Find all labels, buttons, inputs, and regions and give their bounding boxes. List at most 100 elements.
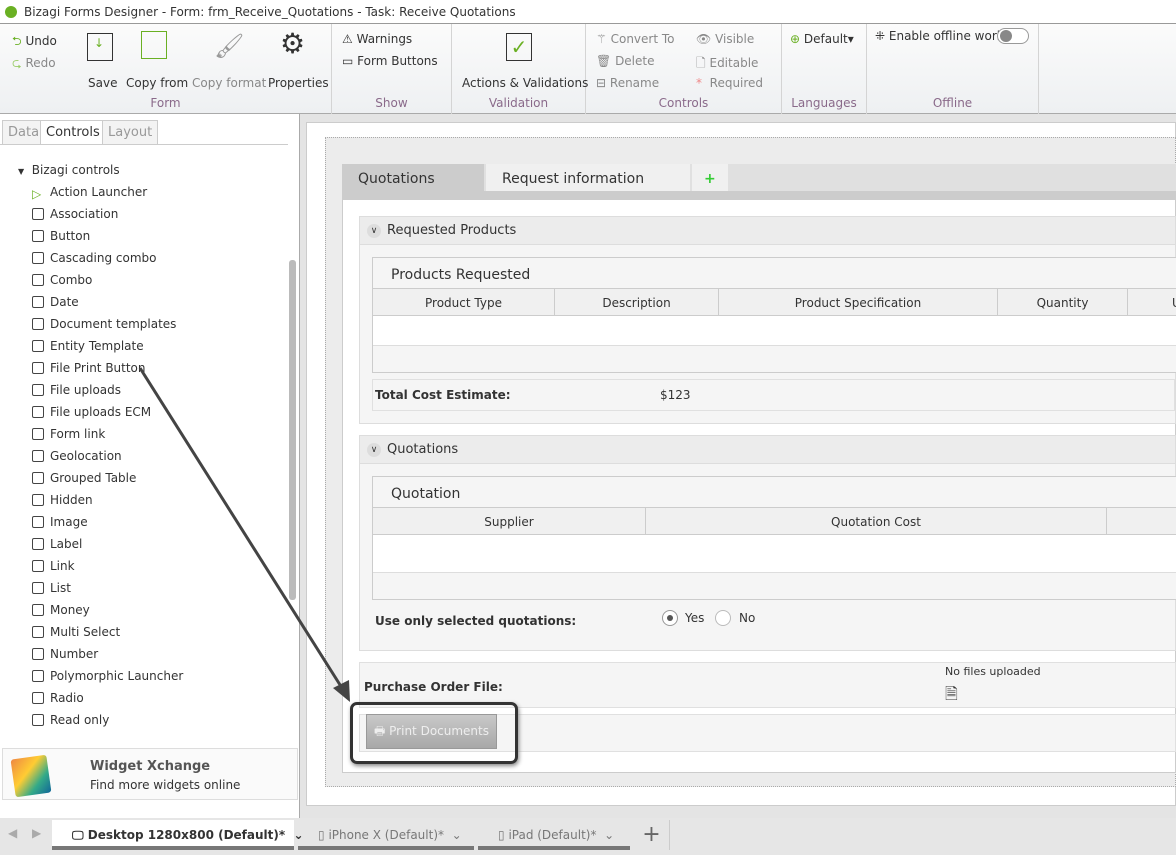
tab-desktop[interactable]: 🖵 Desktop 1280x800 (Default)* ⌄: [52, 820, 304, 850]
control-item[interactable]: File uploads: [32, 380, 121, 400]
redo-label: Redo: [25, 56, 56, 70]
tab-layout[interactable]: Layout: [102, 120, 159, 144]
form-buttons-button[interactable]: ▭ Form Buttons: [342, 54, 438, 68]
tab-request-information[interactable]: Request information: [486, 164, 690, 191]
control-item-label: Polymorphic Launcher: [50, 669, 184, 683]
convert-to-label: Convert To: [610, 32, 675, 46]
redo-button[interactable]: ⮎ Redo: [12, 54, 56, 75]
control-item[interactable]: Combo: [32, 270, 92, 290]
convert-to-button[interactable]: ⚚ Convert To: [596, 32, 675, 46]
collapse-icon: ▼: [18, 167, 25, 176]
tab-quotations[interactable]: Quotations: [342, 164, 484, 191]
group-label-offline: Offline: [932, 96, 973, 110]
control-item[interactable]: Link: [32, 556, 75, 576]
control-icon: [32, 318, 44, 330]
control-item[interactable]: Image: [32, 512, 88, 532]
control-item[interactable]: Grouped Table: [32, 468, 136, 488]
control-item[interactable]: Multi Select: [32, 622, 120, 642]
control-item[interactable]: Geolocation: [32, 446, 122, 466]
widget-xchange-banner[interactable]: Widget Xchange Find more widgets online: [2, 748, 298, 800]
control-icon: [32, 274, 44, 286]
control-item[interactable]: Label: [32, 534, 82, 554]
column-header[interactable]: Product Type: [373, 289, 555, 315]
offline-toggle[interactable]: [997, 28, 1029, 44]
properties-button[interactable]: Properties: [268, 76, 329, 90]
tab-controls[interactable]: Controls: [40, 120, 106, 144]
add-device-plus-icon[interactable]: +: [634, 820, 670, 850]
editable-label: Editable: [709, 56, 759, 70]
control-item[interactable]: Document templates: [32, 314, 176, 334]
control-item-label: Cascading combo: [50, 251, 157, 265]
copy-format-button[interactable]: Copy format: [192, 76, 266, 90]
tree-root-bizagi-controls[interactable]: ▼ Bizagi controls: [18, 160, 120, 180]
control-item[interactable]: Button: [32, 226, 90, 246]
language-dropdown[interactable]: ⊕ Default▾: [790, 32, 854, 46]
tab-iphone[interactable]: ▯ iPhone X (Default)* ⌄: [298, 820, 474, 850]
control-item[interactable]: Radio: [32, 688, 84, 708]
paintbrush-icon: 🖌: [214, 32, 245, 60]
control-item[interactable]: Form link: [32, 424, 105, 444]
control-item[interactable]: Cascading combo: [32, 248, 157, 268]
column-header[interactable]: Supplier: [373, 508, 646, 534]
editable-icon: 🗋: [696, 56, 706, 70]
tree-root-label: Bizagi controls: [31, 163, 120, 177]
tab-data[interactable]: Data: [2, 120, 46, 144]
control-icon: [32, 450, 44, 462]
control-item[interactable]: Number: [32, 644, 98, 664]
control-item[interactable]: File uploads ECM: [32, 402, 151, 422]
control-item[interactable]: Date: [32, 292, 79, 312]
add-tab-plus-icon[interactable]: +: [692, 164, 728, 191]
control-item[interactable]: Read only: [32, 710, 109, 730]
save-button[interactable]: Save: [88, 76, 117, 90]
scrollbar[interactable]: [289, 260, 296, 600]
group-title: Quotations: [387, 442, 459, 457]
quotation-grid: Quotation Supplier Quotation Cost: [372, 476, 1176, 600]
tab-ipad-label: iPad (Default): [508, 828, 591, 842]
actions-validations-button[interactable]: Actions & Validations: [462, 76, 588, 90]
control-icon: [32, 362, 44, 374]
control-icon: [32, 208, 44, 220]
group-header[interactable]: ∨ Requested Products: [360, 217, 1175, 245]
chevron-down-icon[interactable]: ⌄: [452, 828, 462, 842]
control-item[interactable]: List: [32, 578, 71, 598]
editable-button[interactable]: 🗋 Editable: [696, 54, 758, 75]
column-header[interactable]: Quotation Cost: [646, 508, 1107, 534]
chevron-down-icon[interactable]: ⌄: [604, 828, 614, 842]
control-item[interactable]: Entity Template: [32, 336, 144, 356]
scroll-right-icon[interactable]: ▶: [32, 826, 41, 840]
group-header[interactable]: ∨ Quotations: [360, 436, 1175, 464]
scroll-left-icon[interactable]: ◀: [8, 826, 17, 840]
column-header[interactable]: Description: [555, 289, 719, 315]
delete-button[interactable]: 🗑 Delete: [596, 54, 655, 68]
delete-label: Delete: [615, 54, 655, 68]
warnings-button[interactable]: ⚠ Warnings: [342, 32, 412, 46]
print-documents-label: Print Documents: [389, 724, 489, 738]
eye-icon: 👁: [696, 32, 712, 46]
print-documents-button[interactable]: 🖶 Print Documents: [366, 714, 497, 749]
required-button[interactable]: * Required: [696, 76, 763, 90]
tab-ipad[interactable]: ▯ iPad (Default)* ⌄: [478, 820, 630, 850]
tab-desktop-label: Desktop 1280x800 (Default): [87, 828, 279, 842]
control-item[interactable]: Polymorphic Launcher: [32, 666, 183, 686]
radio-no[interactable]: [715, 610, 731, 626]
control-item[interactable]: Money: [32, 600, 90, 620]
control-item[interactable]: Association: [32, 204, 118, 224]
ribbon-group-validation: ✓ Actions & Validations Validation: [452, 24, 588, 114]
checkmark-icon: ✓: [506, 33, 532, 61]
column-header[interactable]: Product Specification: [719, 289, 998, 315]
rename-button[interactable]: ⊟ Rename: [596, 76, 659, 90]
radio-yes[interactable]: [662, 610, 678, 626]
control-item-label: Number: [50, 647, 99, 661]
widget-title: Widget Xchange: [90, 759, 211, 774]
grid-body: [373, 316, 1176, 346]
control-item[interactable]: ▷ Action Launcher: [32, 182, 147, 202]
undo-button[interactable]: ⮌ Undo: [12, 32, 57, 53]
upload-file-icon[interactable]: 🗎: [945, 683, 958, 710]
control-icon: [32, 516, 44, 528]
copy-from-button[interactable]: Copy from: [126, 76, 188, 90]
control-item[interactable]: File Print Button: [32, 358, 146, 378]
column-header[interactable]: U: [1128, 289, 1176, 315]
visible-button[interactable]: 👁 Visible: [696, 32, 754, 46]
control-item[interactable]: Hidden: [32, 490, 93, 510]
column-header[interactable]: Quantity: [998, 289, 1128, 315]
